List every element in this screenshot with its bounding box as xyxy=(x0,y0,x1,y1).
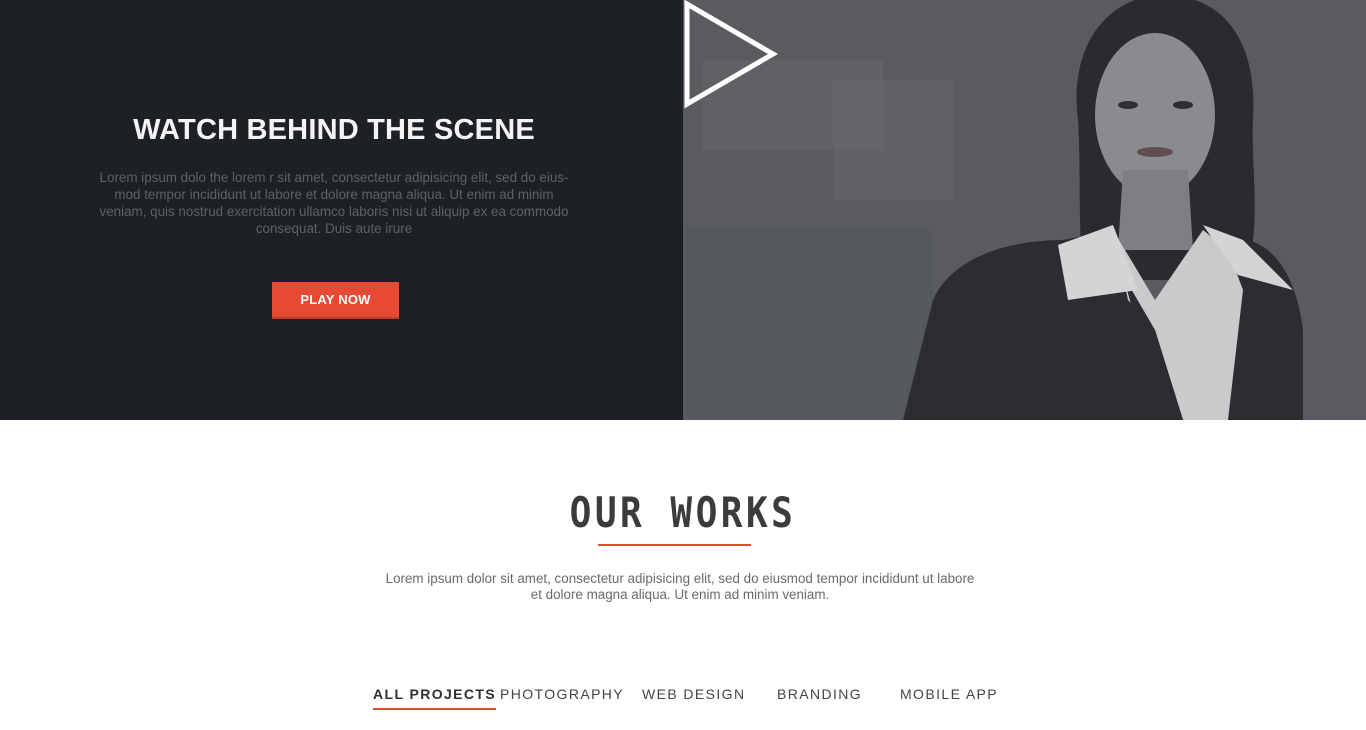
works-title-underline xyxy=(598,544,751,546)
video-title: WATCH BEHIND THE SCENE xyxy=(133,114,535,146)
works-description: Lorem ipsum dolor sit amet, consectetur … xyxy=(385,571,975,602)
filter-tab-web-design[interactable]: WEB DESIGN xyxy=(642,684,745,710)
portfolio-filter-tabs: ALL PROJECTS PHOTOGRAPHY WEB DESIGN BRAN… xyxy=(0,684,1366,714)
filter-tab-mobile-app[interactable]: MOBILE APP xyxy=(900,684,998,710)
woman-photo-image xyxy=(683,0,1366,420)
works-title: OUR WORKS xyxy=(569,488,797,537)
play-icon[interactable] xyxy=(683,0,783,112)
video-info-panel: WATCH BEHIND THE SCENE Lorem ipsum dolo … xyxy=(0,0,683,420)
play-now-button[interactable]: PLAY NOW xyxy=(272,282,399,319)
video-section: WATCH BEHIND THE SCENE Lorem ipsum dolo … xyxy=(0,0,1366,420)
filter-tab-photography[interactable]: PHOTOGRAPHY xyxy=(500,684,624,710)
filter-tab-all-projects[interactable]: ALL PROJECTS xyxy=(373,684,497,710)
video-description: Lorem ipsum dolo the lorem r sit amet, c… xyxy=(99,170,569,236)
filter-tab-branding[interactable]: BRANDING xyxy=(777,684,862,710)
video-thumbnail[interactable] xyxy=(683,0,1366,420)
